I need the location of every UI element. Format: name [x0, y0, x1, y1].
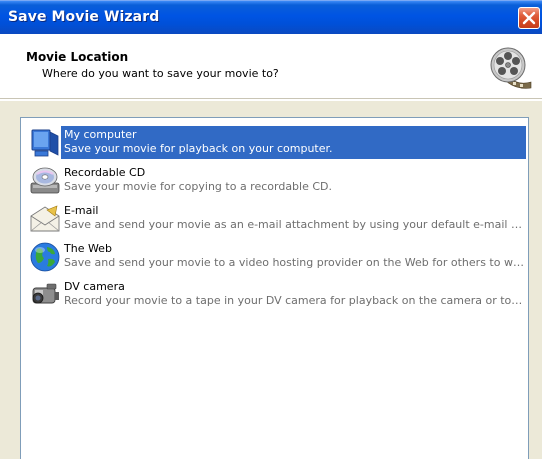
- title-bar: Save Movie Wizard: [0, 0, 542, 34]
- option-my-computer[interactable]: My computer Save your movie for playback…: [27, 126, 526, 160]
- close-icon: [522, 11, 536, 25]
- option-name: Recordable CD: [64, 166, 146, 179]
- option-email[interactable]: E-mail Save and send your movie as an e-…: [27, 202, 525, 236]
- globe-icon: [30, 242, 60, 272]
- location-list: My computer Save your movie for playback…: [20, 117, 529, 459]
- wizard-header: Movie Location Where do you want to save…: [0, 34, 542, 99]
- header-title: Movie Location: [26, 50, 129, 64]
- film-reel-icon: [490, 47, 532, 89]
- option-description: Save your movie for playback on your com…: [64, 142, 333, 155]
- camcorder-icon: [32, 283, 59, 304]
- option-recordable-cd[interactable]: Recordable CD Save your movie for copyin…: [27, 164, 525, 198]
- close-button[interactable]: [518, 7, 540, 29]
- option-name: E-mail: [64, 204, 99, 217]
- option-description: Save and send your movie to a video host…: [64, 256, 524, 269]
- header-subtitle: Where do you want to save your movie to?: [42, 67, 279, 80]
- option-name: DV camera: [64, 280, 125, 293]
- computer-icon: [31, 129, 59, 157]
- email-icon: [30, 205, 60, 232]
- wizard-body: My computer Save your movie for playback…: [0, 100, 542, 459]
- option-description: Record your movie to a tape in your DV c…: [64, 294, 524, 307]
- cd-icon: [30, 167, 60, 194]
- option-the-web[interactable]: The Web Save and send your movie to a vi…: [27, 240, 525, 274]
- option-name: The Web: [64, 242, 112, 255]
- option-name: My computer: [64, 128, 137, 141]
- window-title: Save Movie Wizard: [8, 9, 160, 25]
- option-description: Save your movie for copying to a recorda…: [64, 180, 333, 193]
- option-description: Save and send your movie as an e-mail at…: [64, 218, 524, 231]
- option-dv-camera[interactable]: DV camera Record your movie to a tape in…: [27, 278, 525, 312]
